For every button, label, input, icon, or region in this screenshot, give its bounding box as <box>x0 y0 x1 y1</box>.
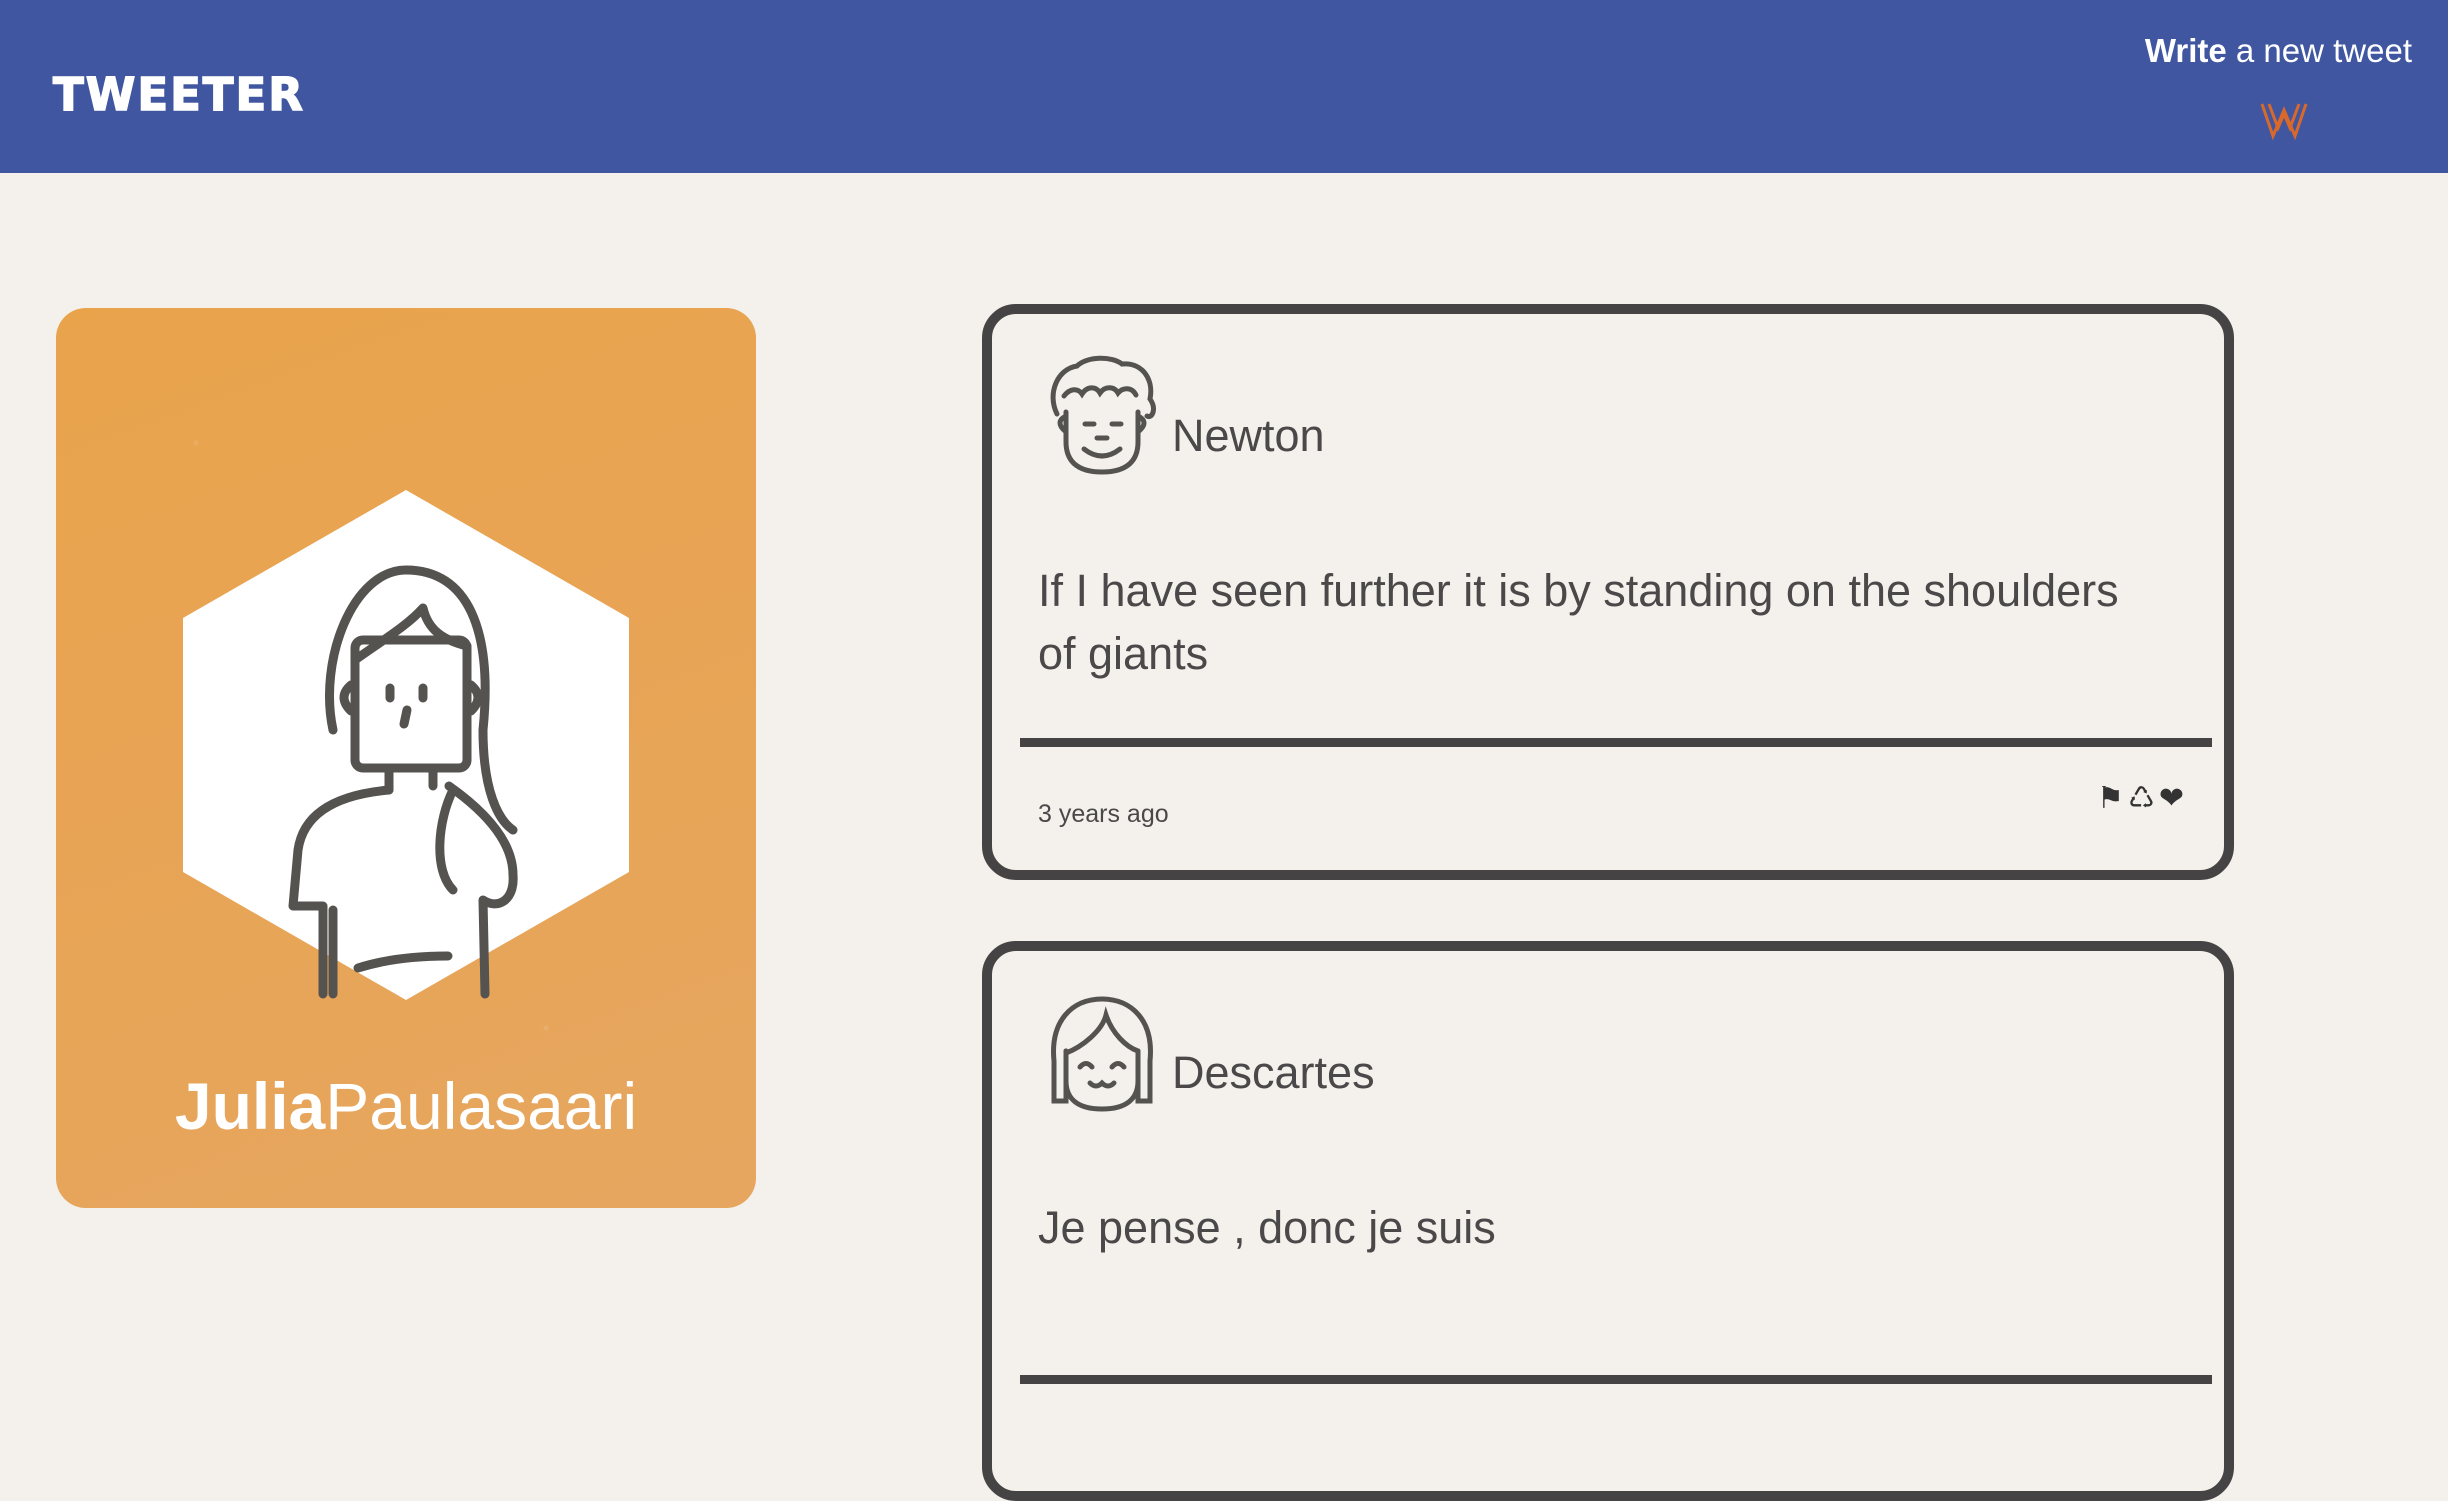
heart-icon[interactable]: ❤ <box>2159 784 2184 814</box>
tweet-author[interactable]: Newton <box>1172 410 1325 462</box>
curly-hair-man-avatar-icon <box>1050 355 1156 475</box>
profile-avatar <box>183 490 629 1000</box>
compose-bold-text: Write <box>2144 32 2227 69</box>
profile-last-name: Paulasaari <box>325 1069 638 1143</box>
compose-rest-text: a new tweet <box>2226 32 2412 69</box>
tweet-card: Descartes Je pense , donc je suis <box>982 941 2234 1501</box>
profile-card: JuliaPaulasaari <box>56 308 756 1208</box>
brand-logo[interactable]: TWEETER <box>52 67 305 122</box>
bob-hair-smiling-avatar-icon <box>1051 996 1153 1112</box>
tweet-timestamp: 3 years ago <box>1038 800 1169 828</box>
retweet-icon[interactable]: ♺ <box>2128 784 2155 814</box>
tweet-text: Je pense , donc je suis <box>1038 1202 1496 1253</box>
tweet-divider <box>1020 1375 2212 1384</box>
tweet-card: Newton If I have seen further it is by s… <box>982 304 2234 880</box>
tweet-text: If I have seen further it is by standing… <box>1038 565 2119 679</box>
profile-first-name: Julia <box>174 1069 326 1143</box>
top-navbar: TWEETER Write a new tweet <box>0 0 2448 173</box>
tweet-actions: ⚑ ♺ ❤ <box>2097 784 2184 814</box>
flag-icon[interactable]: ⚑ <box>2097 784 2124 814</box>
tweet-author[interactable]: Descartes <box>1172 1047 1375 1099</box>
write-tweet-link[interactable]: Write a new tweet <box>2145 32 2412 70</box>
double-chevron-down-icon[interactable] <box>2260 100 2308 142</box>
tweet-divider <box>1020 738 2212 747</box>
profile-name: JuliaPaulasaari <box>56 1068 756 1144</box>
